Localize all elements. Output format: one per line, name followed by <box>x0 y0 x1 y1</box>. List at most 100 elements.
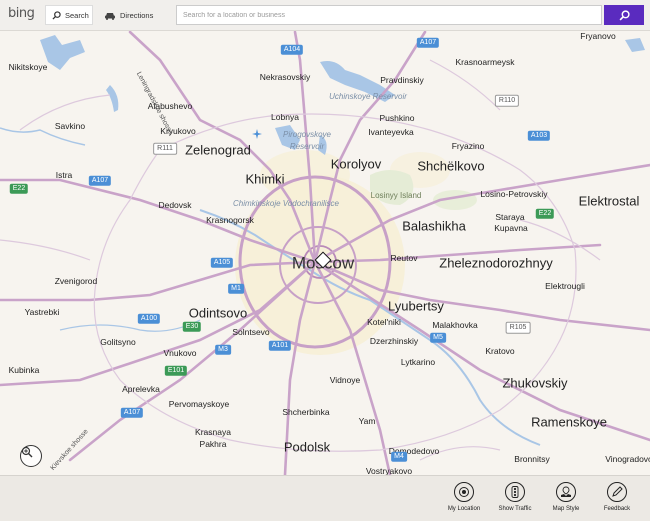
show-traffic-label: Show Traffic <box>498 506 532 512</box>
city-label-zheleznodorozhny: Zheleznodorozhnyy <box>439 255 553 271</box>
town-label-pushkino: Pushkino <box>379 112 415 123</box>
town-label-bronnitsy: Bronnitsy <box>514 453 550 464</box>
town-label-krasnaya: Krasnaya <box>195 426 231 437</box>
city-label-podolsk: Podolsk <box>283 439 331 455</box>
search-button[interactable] <box>604 5 644 25</box>
town-label-kupavna: Kupavna <box>494 222 528 233</box>
water-label-chimkinskoye: Chimkinskoje Vodochranilisce <box>233 199 339 208</box>
map-style-button[interactable]: Map Style <box>541 482 591 512</box>
water-label-reservoir: Reservoir <box>289 142 325 151</box>
my-location-label: My Location <box>447 506 481 512</box>
town-label-aprelevka: Aprelevka <box>122 383 160 394</box>
route-shield-m4: M4 <box>391 451 407 463</box>
traffic-light-icon <box>511 486 519 498</box>
route-shield-a105: A105 <box>210 257 234 269</box>
town-label-istra: Istra <box>55 169 73 180</box>
town-label-reutov: Reutov <box>390 252 418 263</box>
route-shield-e30: E30 <box>182 321 202 333</box>
route-shield-a107-south: A107 <box>120 407 144 419</box>
city-label-ramenskoye: Ramenskoye <box>531 414 607 430</box>
route-shield-e22-west: E22 <box>9 183 29 195</box>
tab-directions-label: Directions <box>120 10 154 20</box>
route-shield-a100: A100 <box>137 313 161 325</box>
car-icon <box>105 12 115 20</box>
town-label-dedovsk: Dedovsk <box>158 199 192 210</box>
route-shield-a107-west: A107 <box>88 175 112 187</box>
city-label-elektrostal: Elektrostal <box>578 193 640 209</box>
town-label-savkino: Savkino <box>54 120 86 131</box>
town-label-ivanteyevka: Ivanteyevka <box>368 126 414 137</box>
town-label-lobnya: Lobnya <box>271 111 299 122</box>
target-icon <box>459 487 469 497</box>
bing-logo: bing <box>8 6 35 21</box>
route-shield-r111: R111 <box>153 142 177 156</box>
town-label-krasnogorsk: Krasnogorsk <box>206 214 254 225</box>
zoom-button[interactable] <box>20 445 42 467</box>
route-shield-a107-north: A107 <box>416 37 440 49</box>
town-label-nikitskoye: Nikitskoye <box>8 61 48 72</box>
search-input[interactable] <box>176 5 602 25</box>
route-shield-e101: E101 <box>164 365 188 377</box>
city-label-balashikha: Balashikha <box>402 218 466 234</box>
town-label-staraya: Staraya <box>495 211 525 222</box>
zoom-in-icon <box>21 446 33 458</box>
city-label-korolyov: Korolyov <box>330 156 382 172</box>
route-shield-m3: M3 <box>215 344 231 356</box>
tab-search[interactable]: Search <box>45 5 93 25</box>
town-label-vinogradovo: Vinogradovo <box>605 453 650 464</box>
tab-search-label: Search <box>65 10 89 20</box>
town-label-kotelniki: Kotel'niki <box>367 316 401 327</box>
map-canvas[interactable]: Moscow Zelenograd Khimki Korolyov Shchël… <box>0 31 650 475</box>
route-shield-r105: R105 <box>505 321 531 335</box>
town-label-fryanovo: Fryanovo <box>580 31 616 41</box>
water-label-pirogovskoye: Pirogovskoye <box>282 130 332 139</box>
water-label-uchinskoye: Uchinskoye Reservoir <box>329 92 407 101</box>
city-label-khimki: Khimki <box>245 171 285 187</box>
pencil-icon <box>612 486 623 497</box>
show-traffic-button[interactable]: Show Traffic <box>490 482 540 512</box>
app-bar: My Location Show Traffic Map Style Feedb… <box>0 475 650 521</box>
route-shield-r110: R110 <box>494 94 520 108</box>
city-label-shchelkovo: Shchëlkovo <box>417 158 485 174</box>
town-label-zvenigorod: Zvenigorod <box>54 275 98 286</box>
my-location-button[interactable]: My Location <box>439 482 489 512</box>
tab-directions[interactable]: Directions <box>100 5 164 25</box>
town-label-fryazino: Fryazino <box>451 140 485 151</box>
town-label-krasnoarmeysk: Krasnoarmeysk <box>455 56 515 67</box>
town-label-vidnoye: Vidnoye <box>329 374 361 385</box>
town-label-kratovo: Kratovo <box>485 345 515 356</box>
route-shield-a103: A103 <box>527 130 551 142</box>
city-label-zelenograd: Zelenograd <box>185 142 251 158</box>
town-label-dzerzhinskiy: Dzerzhinskiy <box>369 335 419 346</box>
airport-icon <box>252 129 262 139</box>
city-label-zhukovskiy: Zhukovskiy <box>502 375 568 391</box>
town-label-shcherbinka: Shcherbinka <box>282 406 330 417</box>
town-label-golitsyno: Golitsyno <box>100 336 136 347</box>
town-label-malakhovka: Malakhovka <box>432 319 478 330</box>
search-icon <box>619 9 630 20</box>
feedback-button[interactable]: Feedback <box>592 482 642 512</box>
town-label-pervomayskoye: Pervomayskoye <box>168 398 230 409</box>
town-label-pakhra: Pakhra <box>199 438 227 449</box>
city-label-odintsovo: Odintsovo <box>188 305 248 321</box>
town-label-vostryakovo: Vostryakovo <box>365 465 413 475</box>
town-label-vnukovo: Vnukovo <box>163 347 197 358</box>
feedback-label: Feedback <box>603 506 631 512</box>
town-label-solntsevo: Solntsevo <box>232 326 270 337</box>
route-shield-m1: M1 <box>228 283 244 295</box>
city-label-lyubertsy: Lyubertsy <box>388 298 444 314</box>
route-shield-a104: A104 <box>280 44 304 56</box>
town-label-pravdinskiy: Pravdinskiy <box>380 74 424 85</box>
top-bar: bing Search Directions <box>0 0 650 31</box>
route-shield-a101: A101 <box>268 340 292 352</box>
search-icon <box>52 10 61 20</box>
town-label-losino-petrovskiy: Losino-Petrovskiy <box>480 188 548 199</box>
route-shield-m5: M5 <box>430 332 446 344</box>
town-label-lytkarino: Lytkarino <box>400 356 436 367</box>
town-label-kubinka: Kubinka <box>8 364 40 375</box>
map-style-label: Map Style <box>552 506 580 512</box>
town-label-elektrougli: Elektrougli <box>545 280 585 291</box>
park-label-losiny-island: Losinyy Island <box>370 191 422 200</box>
town-label-yastrebki: Yastrebki <box>24 306 60 317</box>
town-label-yam: Yam <box>358 415 376 426</box>
